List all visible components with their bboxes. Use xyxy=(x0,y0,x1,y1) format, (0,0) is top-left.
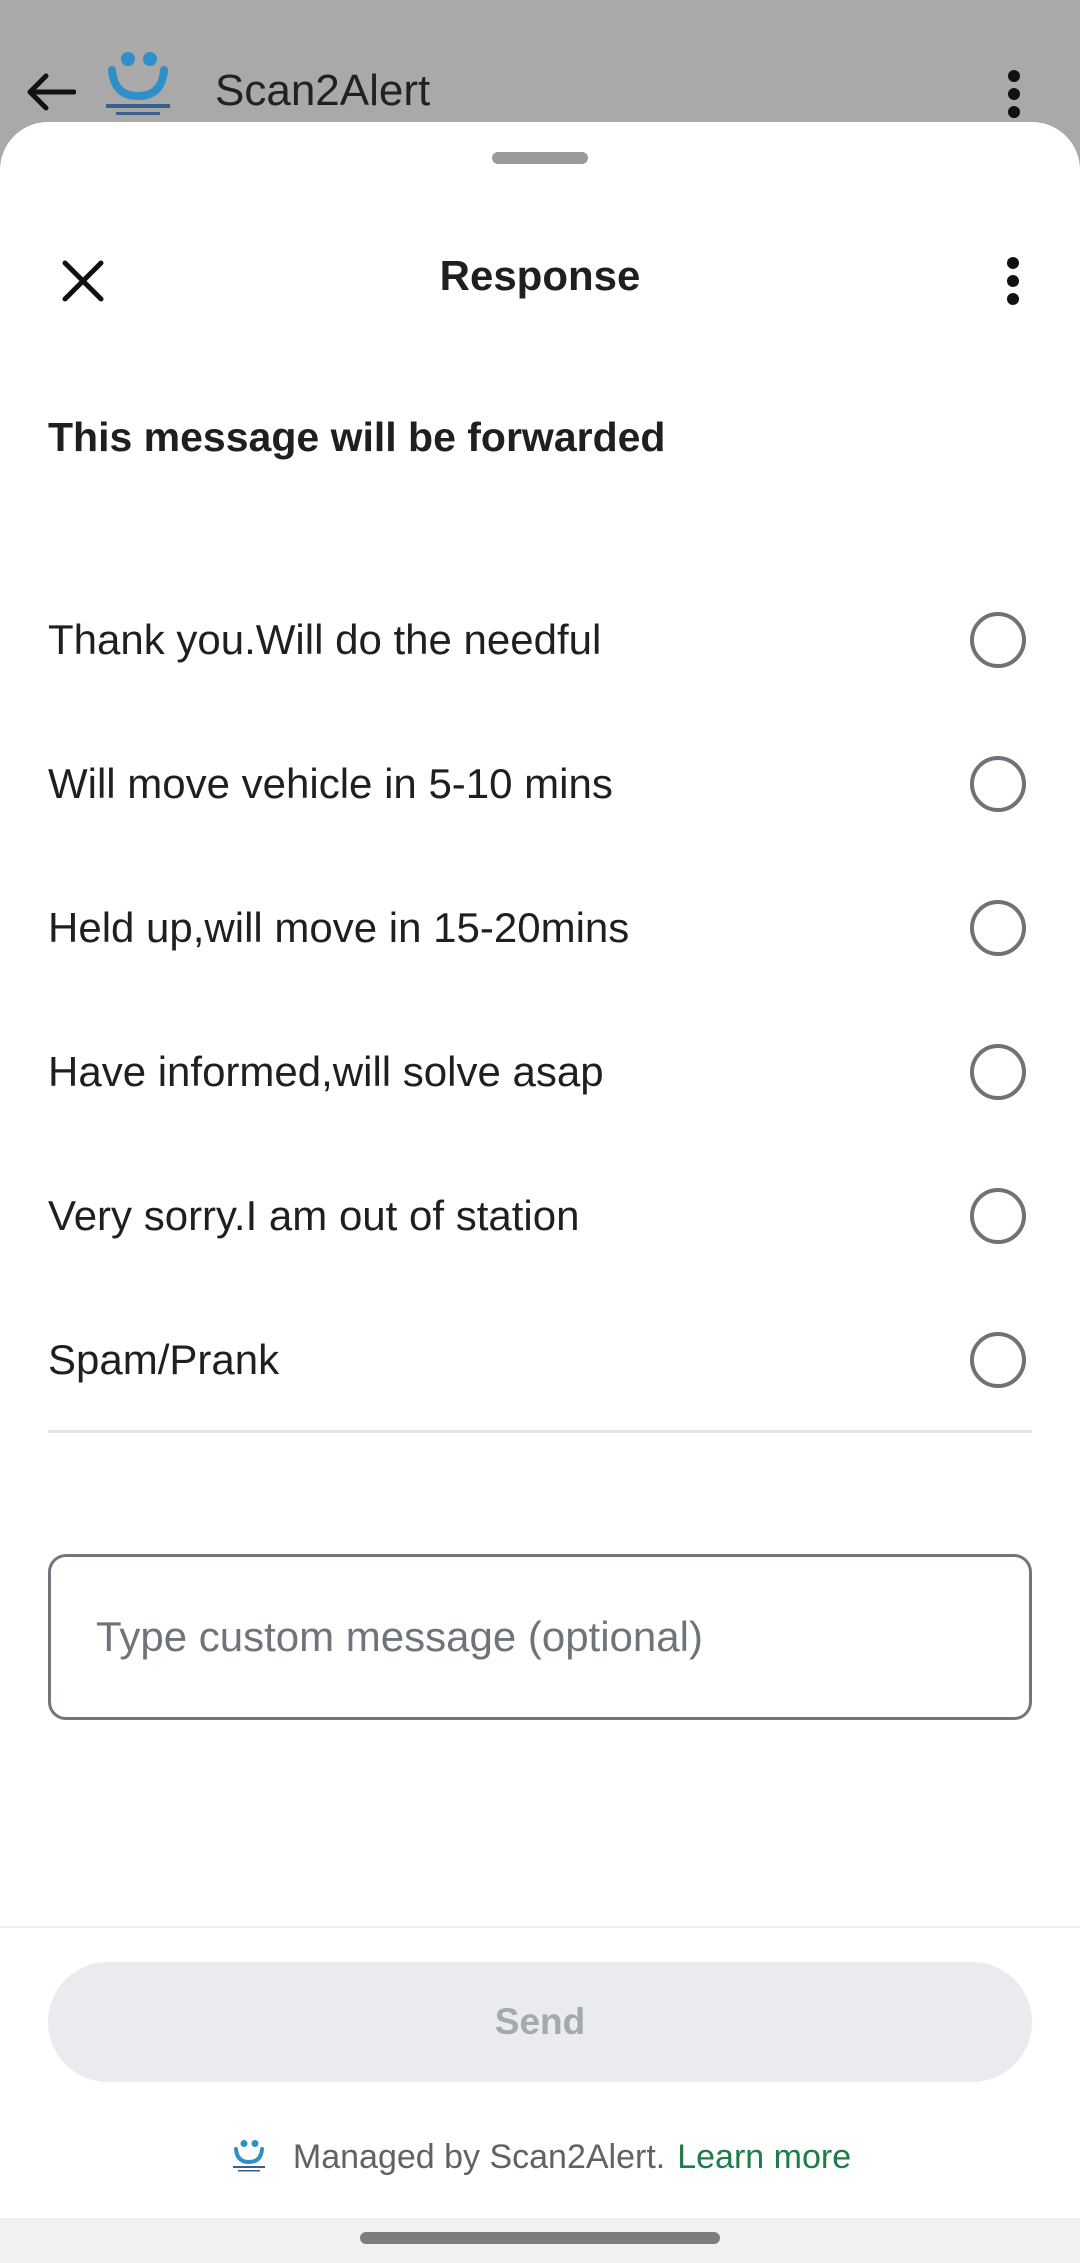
footer-text: Managed by Scan2Alert. xyxy=(292,2137,666,2176)
response-option[interactable]: Have informed,will solve asap xyxy=(0,1000,1080,1144)
system-nav-bar xyxy=(0,2218,1080,2263)
custom-message-input[interactable] xyxy=(48,1554,1032,1720)
radio-button[interactable] xyxy=(970,1332,1026,1388)
divider xyxy=(48,1430,1032,1433)
radio-button[interactable] xyxy=(970,1044,1026,1100)
learn-more-link[interactable]: Learn more xyxy=(677,2138,851,2177)
back-arrow-icon[interactable] xyxy=(18,60,82,124)
radio-button[interactable] xyxy=(970,900,1026,956)
option-label: Thank you.Will do the needful xyxy=(48,616,602,663)
send-button[interactable]: Send xyxy=(48,1962,1032,2082)
option-label: Held up,will move in 15-20mins xyxy=(48,904,630,951)
response-bottom-sheet: Response This message will be forwarded … xyxy=(0,122,1080,2218)
sheet-more-vert-icon[interactable] xyxy=(986,248,1040,314)
scan2alert-logo xyxy=(98,50,178,122)
option-label: Spam/Prank xyxy=(48,1336,280,1383)
radio-button[interactable] xyxy=(970,756,1026,812)
response-option[interactable]: Thank you.Will do the needful xyxy=(0,568,1080,712)
response-option[interactable]: Very sorry.I am out of station xyxy=(0,1144,1080,1288)
scan2alert-logo xyxy=(232,2140,265,2172)
option-label: Have informed,will solve asap xyxy=(48,1048,604,1095)
radio-button[interactable] xyxy=(970,612,1026,668)
response-option[interactable]: Spam/Prank xyxy=(0,1288,1080,1432)
more-vert-icon[interactable] xyxy=(990,66,1038,122)
response-option[interactable]: Held up,will move in 15-20mins xyxy=(0,856,1080,1000)
radio-button[interactable] xyxy=(970,1188,1026,1244)
divider xyxy=(0,1926,1080,1928)
option-label: Very sorry.I am out of station xyxy=(48,1192,580,1239)
sheet-title: Response xyxy=(439,252,641,299)
response-option[interactable]: Will move vehicle in 5-10 mins xyxy=(0,712,1080,856)
home-indicator[interactable] xyxy=(360,2232,720,2244)
app-title: Scan2Alert xyxy=(215,66,431,115)
footer: Managed by Scan2Alert. Learn more xyxy=(0,2122,1080,2192)
drag-handle[interactable] xyxy=(492,152,588,164)
option-label: Will move vehicle in 5-10 mins xyxy=(48,760,613,807)
forward-heading: This message will be forwarded xyxy=(48,414,666,460)
